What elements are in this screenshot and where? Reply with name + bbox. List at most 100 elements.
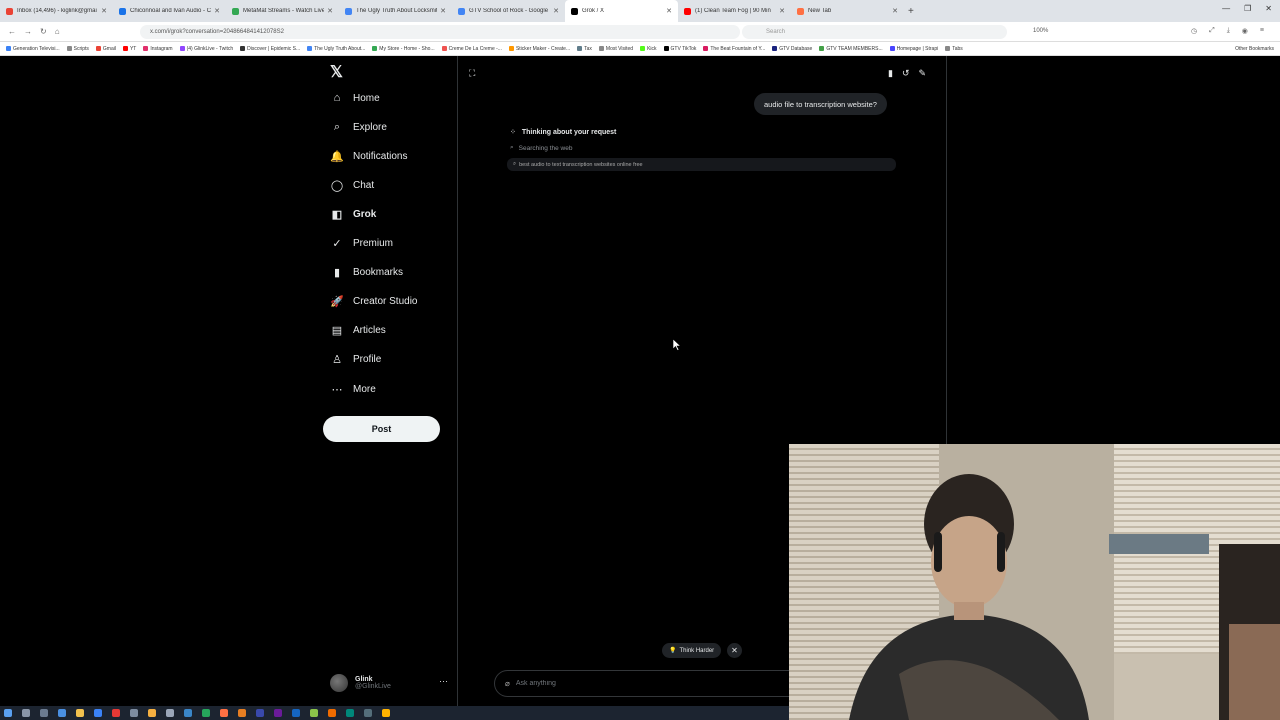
browser-tab[interactable]: New Tab ✕: [791, 0, 904, 22]
windows-start-icon[interactable]: [4, 709, 12, 717]
opera-icon[interactable]: [112, 709, 120, 717]
browser-tab[interactable]: GTV School of Rock - Google D ✕: [452, 0, 565, 22]
bookmark-item[interactable]: Tabs: [945, 46, 963, 52]
app-icon[interactable]: [148, 709, 156, 717]
history-icon[interactable]: ◷: [1191, 27, 1197, 35]
bookmark-item[interactable]: The Beat Fountain of Y...: [703, 46, 765, 52]
new-chat-icon[interactable]: ✎: [919, 68, 927, 79]
bookmark-item[interactable]: Most Visited: [598, 46, 633, 52]
bookmark-item[interactable]: (4) GlinkLive - Twitch: [179, 46, 233, 52]
sidebar-item-premium[interactable]: ✓ Premium: [330, 237, 393, 250]
sidebar-item-notifications[interactable]: 🔔 Notifications: [330, 150, 407, 163]
other-bookmarks[interactable]: Other Bookmarks: [1235, 46, 1274, 52]
bookmark-item[interactable]: Tax: [577, 46, 592, 52]
new-tab-button[interactable]: +: [908, 6, 914, 17]
app-icon[interactable]: [346, 709, 354, 717]
close-window-icon[interactable]: ✕: [1265, 4, 1272, 13]
extension-icon[interactable]: ⤢: [1209, 27, 1215, 35]
browser-tab[interactable]: (1) Clean Team Fog | 90 Min ✕: [678, 0, 791, 22]
sidebar-item-home[interactable]: ⌂ Home: [330, 92, 380, 104]
minimize-icon[interactable]: —: [1222, 4, 1230, 13]
bookmark-item[interactable]: Gmail: [95, 46, 116, 52]
home-browser-icon[interactable]: ⌂: [55, 27, 60, 36]
app-icon[interactable]: [256, 709, 264, 717]
close-tab-icon[interactable]: ✕: [666, 7, 672, 15]
more-dots-icon[interactable]: ···: [439, 676, 448, 686]
file-explorer-icon[interactable]: [76, 709, 84, 717]
bookmark-item[interactable]: Scripts: [66, 46, 89, 52]
task-view-icon[interactable]: [40, 709, 48, 717]
bookmark-item[interactable]: GTV Database: [772, 46, 812, 52]
ask-input[interactable]: [515, 680, 776, 687]
reload-icon[interactable]: ↻: [40, 27, 47, 36]
close-icon[interactable]: ✕: [727, 643, 742, 658]
close-tab-icon[interactable]: ✕: [440, 7, 446, 15]
app-icon[interactable]: [328, 709, 336, 717]
browser-tab[interactable]: Inbox (14,496) - kiglink@gmai ✕: [0, 0, 113, 22]
back-icon[interactable]: ←: [8, 27, 16, 36]
thinking-status[interactable]: ⁘ Thinking about your request: [510, 128, 616, 137]
bookmark-item[interactable]: The Ugly Truth About...: [307, 46, 365, 52]
bookmark-item[interactable]: Sticker Maker - Create...: [508, 46, 570, 52]
app-icon[interactable]: [166, 709, 174, 717]
mail-icon[interactable]: [94, 709, 102, 717]
bookmark-chat-icon[interactable]: ▮: [888, 68, 893, 79]
account-icon[interactable]: ◉: [1242, 27, 1248, 35]
browser-tab[interactable]: Chiconnoal and Ivan Audio - Co ✕: [113, 0, 226, 22]
browser-tab[interactable]: Grok / X ✕: [565, 0, 678, 22]
bookmark-item[interactable]: Discover | Epidemic S...: [240, 46, 300, 52]
sidebar-item-explore[interactable]: ⌕ Explore: [330, 121, 387, 134]
history-chat-icon[interactable]: ↺: [902, 68, 910, 79]
app-icon[interactable]: [202, 709, 210, 717]
edge-icon[interactable]: [58, 709, 66, 717]
bookmark-item[interactable]: Kick: [640, 46, 657, 52]
firefox-icon[interactable]: [220, 709, 228, 717]
app-icon[interactable]: [364, 709, 372, 717]
browser-search-box[interactable]: Search: [742, 25, 1007, 39]
maximize-icon[interactable]: ❐: [1244, 4, 1251, 13]
address-bar[interactable]: x.com/i/grok?conversation=20486648414120…: [140, 25, 740, 39]
menu-icon[interactable]: ≡: [1260, 27, 1264, 35]
close-tab-icon[interactable]: ✕: [553, 7, 559, 15]
bookmark-item[interactable]: GTV TEAM MEMBERS...: [819, 46, 883, 52]
search-query-pill[interactable]: ⌕ best audio to text transcription websi…: [507, 158, 896, 171]
close-tab-icon[interactable]: ✕: [101, 7, 107, 15]
sidebar-item-articles[interactable]: ▤ Articles: [330, 324, 386, 337]
sidebar-item-bookmarks[interactable]: ▮ Bookmarks: [330, 266, 403, 279]
bookmark-item[interactable]: Homepage | Strapi: [889, 46, 938, 52]
bookmark-item[interactable]: Creme De La Creme -...: [441, 46, 502, 52]
sidebar-item-profile[interactable]: ♙ Profile: [330, 353, 381, 366]
x-logo-icon[interactable]: 𝕏: [330, 62, 343, 82]
browser-tab[interactable]: The Ugly Truth About Locksmit ✕: [339, 0, 452, 22]
download-icon[interactable]: ⤓: [1227, 27, 1230, 35]
app-icon[interactable]: [184, 709, 192, 717]
think-harder-button[interactable]: 💡 Think Harder: [662, 643, 722, 658]
bookmark-item[interactable]: YT: [122, 46, 136, 52]
sidebar-item-creator-studio[interactable]: 🚀 Creator Studio: [330, 295, 417, 308]
close-tab-icon[interactable]: ✕: [779, 7, 785, 15]
sidebar-item-more[interactable]: ⋯ More: [330, 383, 376, 396]
sidebar-item-chat[interactable]: ◯ Chat: [330, 179, 374, 192]
bookmark-item[interactable]: Generation Televisi...: [6, 46, 60, 52]
post-button[interactable]: Post: [323, 416, 440, 442]
sidebar-item-grok[interactable]: ◧ Grok: [330, 208, 377, 221]
expand-icon[interactable]: ⛶: [469, 68, 475, 79]
forward-icon[interactable]: →: [24, 27, 32, 36]
profile-switcher[interactable]: Glink @GlinkLive ···: [330, 670, 448, 696]
app-icon[interactable]: [130, 709, 138, 717]
app-icon[interactable]: [292, 709, 300, 717]
bookmark-item[interactable]: My Store - Home - Sho...: [372, 46, 435, 52]
zoom-level[interactable]: 100%: [1033, 28, 1048, 34]
app-icon[interactable]: [382, 709, 390, 717]
bookmark-item[interactable]: GTV TikTok: [663, 46, 696, 52]
app-icon[interactable]: [238, 709, 246, 717]
browser-tab[interactable]: MetaMat Streams - Watch Live o ✕: [226, 0, 339, 22]
attach-icon[interactable]: ⌀: [505, 679, 510, 688]
app-icon[interactable]: [310, 709, 318, 717]
taskbar-search-icon[interactable]: [22, 709, 30, 717]
close-tab-icon[interactable]: ✕: [327, 7, 333, 15]
app-icon[interactable]: [274, 709, 282, 717]
bookmark-item[interactable]: Instagram: [143, 46, 173, 52]
close-tab-icon[interactable]: ✕: [214, 7, 220, 15]
close-tab-icon[interactable]: ✕: [892, 7, 898, 15]
